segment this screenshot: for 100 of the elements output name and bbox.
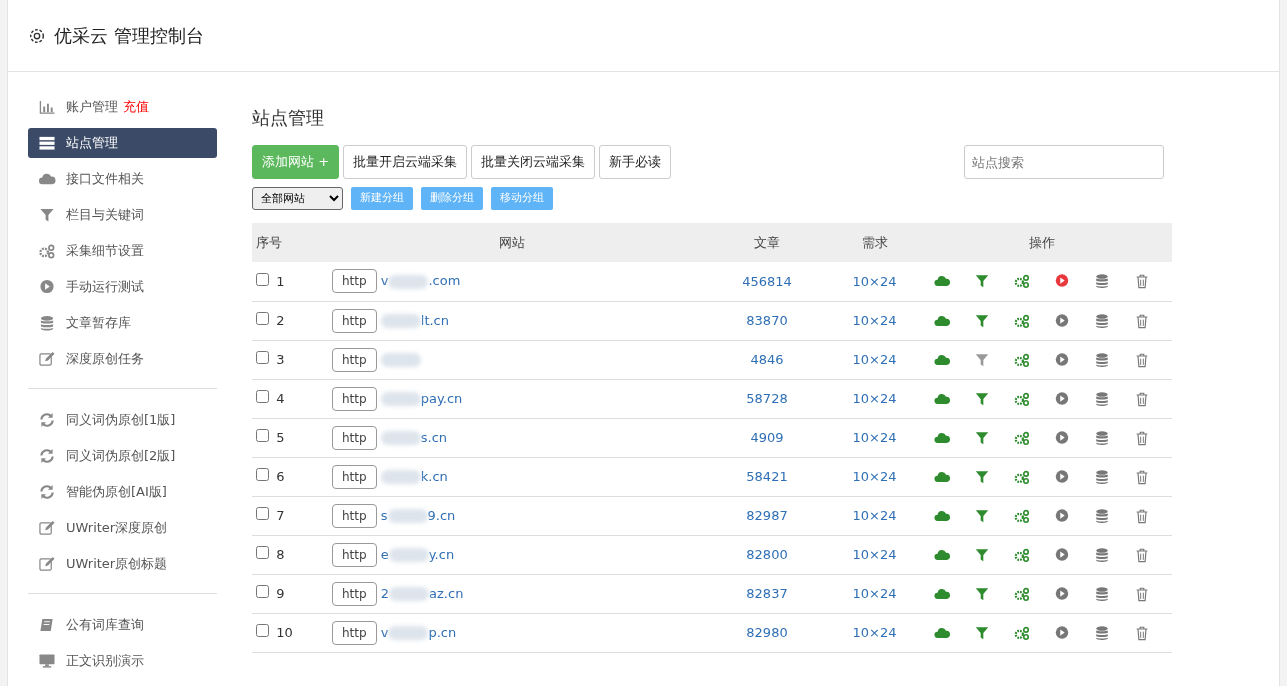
sidebar-item[interactable]: 账户管理 充值 <box>28 92 217 122</box>
article-count[interactable]: 82800 <box>746 546 788 562</box>
row-checkbox[interactable] <box>256 584 269 598</box>
gears-icon[interactable] <box>1014 507 1030 524</box>
play-icon[interactable] <box>1054 351 1070 368</box>
gears-icon[interactable] <box>1014 546 1030 563</box>
site-link[interactable]: p.cn <box>428 624 457 640</box>
play-icon[interactable] <box>1054 273 1070 290</box>
row-checkbox[interactable] <box>256 467 269 481</box>
filter-icon[interactable] <box>974 429 990 446</box>
sidebar-item[interactable]: 深度原创任务 <box>28 344 217 374</box>
trash-icon[interactable] <box>1134 585 1150 602</box>
demand-link[interactable]: 10×24 <box>852 351 897 367</box>
filter-icon[interactable] <box>974 390 990 407</box>
site-link[interactable]: lt.cn <box>420 312 449 328</box>
gears-icon[interactable] <box>1014 273 1030 290</box>
play-icon[interactable] <box>1054 390 1070 407</box>
demand-link[interactable]: 10×24 <box>852 312 897 328</box>
row-checkbox[interactable] <box>256 506 269 520</box>
sidebar-item[interactable]: 同义词伪原创[2版] <box>28 441 217 471</box>
article-count[interactable]: 83870 <box>746 312 788 328</box>
filter-icon[interactable] <box>974 273 990 290</box>
sidebar-item[interactable]: 采集细节设置 <box>28 236 217 266</box>
toolbar-button[interactable]: 批量关闭云端采集 <box>471 145 596 179</box>
article-count[interactable]: 4846 <box>750 351 784 367</box>
database-icon[interactable] <box>1094 624 1110 641</box>
play-icon[interactable] <box>1054 468 1070 485</box>
sidebar-item[interactable]: 同义词伪原创[1版] <box>28 405 217 435</box>
article-count[interactable]: 82980 <box>746 624 788 640</box>
article-count[interactable]: 58421 <box>746 468 788 484</box>
article-count[interactable]: 58728 <box>746 390 788 406</box>
site-link[interactable]: s.cn <box>420 429 448 445</box>
demand-link[interactable]: 10×24 <box>852 507 897 523</box>
database-icon[interactable] <box>1094 390 1110 407</box>
protocol-button[interactable]: http <box>332 542 377 567</box>
play-icon[interactable] <box>1054 312 1070 329</box>
gears-icon[interactable] <box>1014 312 1030 329</box>
filter-icon[interactable] <box>974 312 990 329</box>
protocol-button[interactable]: http <box>332 581 377 606</box>
protocol-button[interactable]: http <box>332 386 377 411</box>
gears-icon[interactable] <box>1014 351 1030 368</box>
protocol-button[interactable]: http <box>332 620 377 645</box>
demand-link[interactable]: 10×24 <box>852 429 897 445</box>
filter-icon[interactable] <box>974 507 990 524</box>
sidebar-item[interactable]: UWriter原创标题 <box>28 549 217 579</box>
gears-icon[interactable] <box>1014 429 1030 446</box>
protocol-button[interactable]: http <box>332 464 377 489</box>
trash-icon[interactable] <box>1134 390 1150 407</box>
filter-icon[interactable] <box>974 351 990 368</box>
site-link[interactable]: y.cn <box>428 546 455 562</box>
site-link[interactable]: .com <box>428 273 461 289</box>
article-count[interactable]: 82837 <box>746 585 788 601</box>
site-link[interactable]: s <box>380 507 388 523</box>
demand-link[interactable]: 10×24 <box>852 546 897 562</box>
row-checkbox[interactable] <box>256 272 269 286</box>
toolbar-button[interactable]: 新手必读 <box>599 145 672 179</box>
protocol-button[interactable]: http <box>332 503 377 528</box>
article-count[interactable]: 4909 <box>750 429 784 445</box>
article-count[interactable]: 82987 <box>746 507 788 523</box>
trash-icon[interactable] <box>1134 468 1150 485</box>
database-icon[interactable] <box>1094 312 1110 329</box>
gears-icon[interactable] <box>1014 390 1030 407</box>
database-icon[interactable] <box>1094 351 1110 368</box>
play-icon[interactable] <box>1054 585 1070 602</box>
demand-link[interactable]: 10×24 <box>852 585 897 601</box>
database-icon[interactable] <box>1094 507 1110 524</box>
database-icon[interactable] <box>1094 546 1110 563</box>
filter-icon[interactable] <box>974 546 990 563</box>
play-icon[interactable] <box>1054 429 1070 446</box>
filter-icon[interactable] <box>974 468 990 485</box>
trash-icon[interactable] <box>1134 351 1150 368</box>
sidebar-item[interactable]: 公有词库查询 <box>28 610 217 640</box>
sidebar-item[interactable]: 智能伪原创[AI版] <box>28 477 217 507</box>
sidebar-item[interactable]: 正文识别演示 <box>28 646 217 676</box>
sidebar-item[interactable]: 接口文件相关 <box>28 164 217 194</box>
site-link[interactable]: pay.cn <box>420 390 463 406</box>
trash-icon[interactable] <box>1134 273 1150 290</box>
database-icon[interactable] <box>1094 468 1110 485</box>
demand-link[interactable]: 10×24 <box>852 468 897 484</box>
sidebar-item[interactable]: UWriter深度原创 <box>28 513 217 543</box>
site-link[interactable]: 9.cn <box>427 507 456 523</box>
filter-icon[interactable] <box>974 624 990 641</box>
row-checkbox[interactable] <box>256 623 269 637</box>
site-link[interactable]: az.cn <box>429 585 464 601</box>
sidebar-item[interactable]: 手动运行测试 <box>28 272 217 302</box>
play-icon[interactable] <box>1054 507 1070 524</box>
trash-icon[interactable] <box>1134 507 1150 524</box>
filter-icon[interactable] <box>974 585 990 602</box>
database-icon[interactable] <box>1094 585 1110 602</box>
row-checkbox[interactable] <box>256 389 269 403</box>
sidebar-item[interactable]: 站点管理 <box>28 128 217 158</box>
search-field[interactable]: 站点搜索 <box>964 145 1164 179</box>
demand-link[interactable]: 10×24 <box>852 624 897 640</box>
recharge-link[interactable]: 充值 <box>123 97 149 117</box>
sidebar-item[interactable]: 文章暂存库 <box>28 308 217 338</box>
protocol-button[interactable]: http <box>332 308 377 333</box>
site-link[interactable]: 2 <box>380 585 390 601</box>
sidebar-item[interactable]: 栏目与关键词 <box>28 200 217 230</box>
gears-icon[interactable] <box>1014 585 1030 602</box>
demand-link[interactable]: 10×24 <box>852 273 897 289</box>
